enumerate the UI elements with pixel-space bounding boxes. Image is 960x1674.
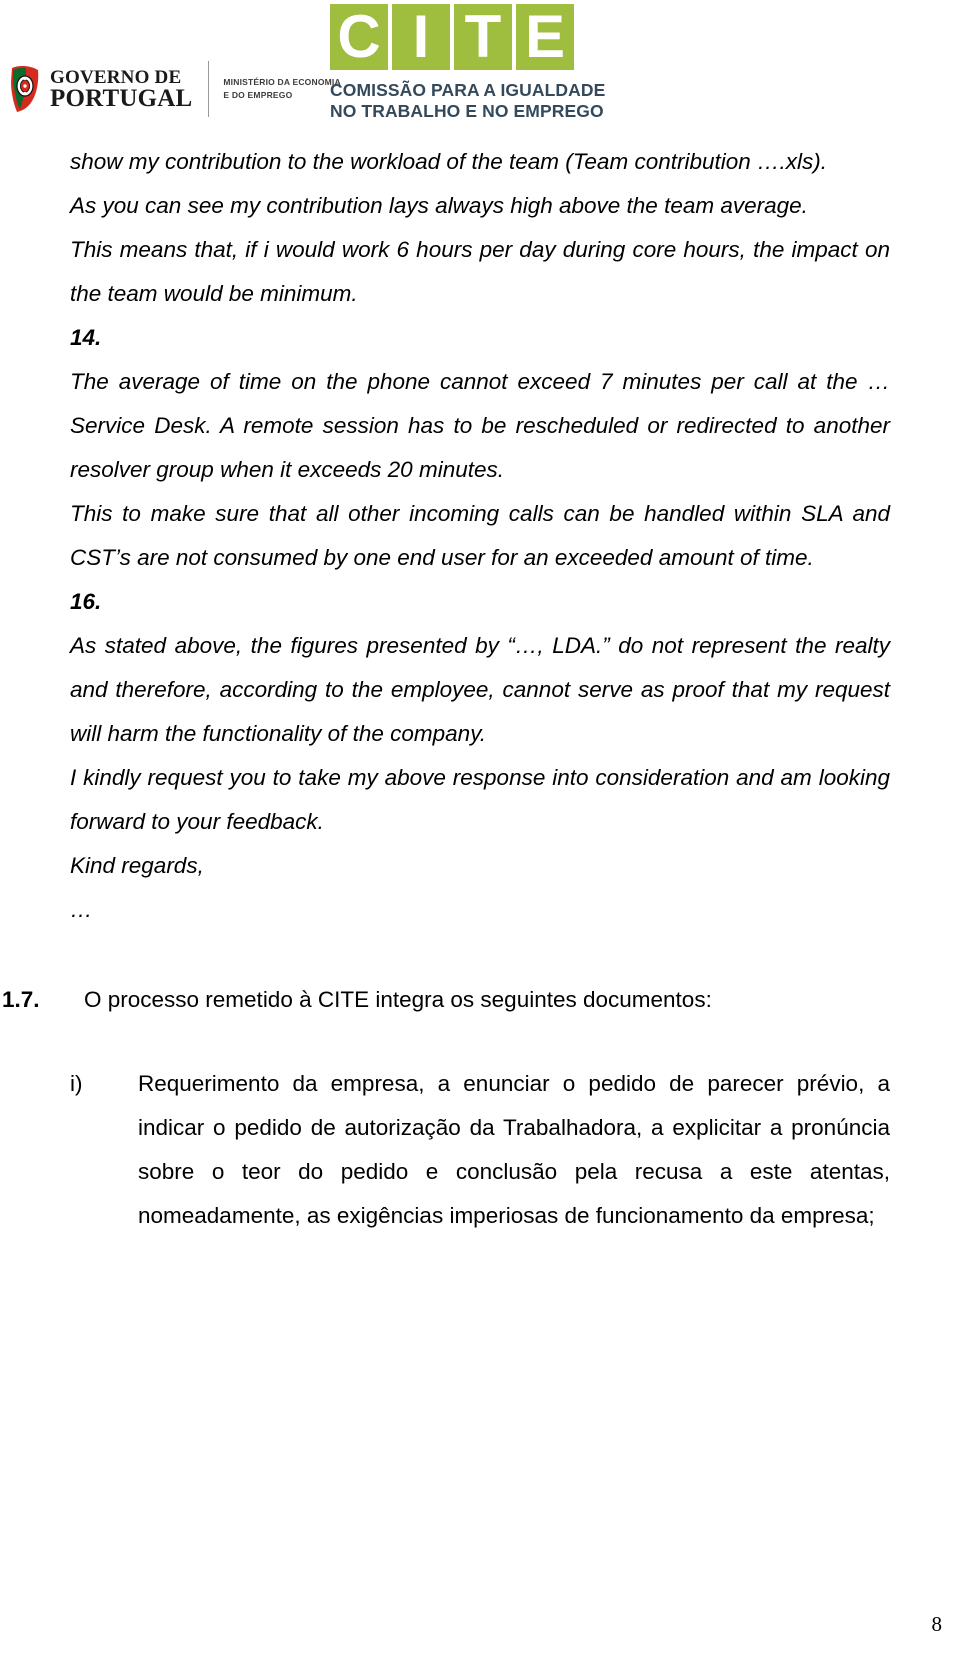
document-body: show my contribution to the workload of … (0, 140, 960, 1238)
paragraph-as-stated-above: As stated above, the figures presented b… (70, 633, 890, 746)
paragraph-this-to-make-sure: This to make sure that all other incomin… (70, 501, 890, 570)
cite-subtitle-line-1: COMISSÃO PARA A IGUALDADE (330, 80, 606, 100)
cite-letter-e: E (516, 4, 574, 70)
cite-subtitle-line-2: NO TRABALHO E NO EMPREGO (330, 101, 604, 122)
text-column: show my contribution to the workload of … (2, 140, 890, 1238)
list-number-14: 14. (70, 325, 102, 350)
ministry-line-1: MINISTÉRIO DA ECONOMIA (223, 77, 341, 88)
list-item-i-bullet: i) (70, 1071, 83, 1096)
cite-logo: C I T E COMISSÃO PARA A IGUALDADE NO TRA… (330, 4, 630, 123)
ministry-label: MINISTÉRIO DA ECONOMIA E DO EMPREGO (223, 76, 340, 102)
cite-letter-i: I (392, 4, 450, 70)
gov-line-2: PORTUGAL (50, 84, 193, 112)
paragraph-kindly-request: I kindly request you to take my above re… (70, 765, 890, 834)
section-1-7: 1.7. O processo remetido à CITE integra … (2, 978, 890, 1022)
section-1-7-number: 1.7. (2, 987, 40, 1012)
ministry-line-2: E DO EMPREGO (223, 90, 293, 100)
list-item-i: i) Requerimento da empresa, a enunciar o… (70, 1062, 890, 1238)
list-number-16: 16. (70, 589, 102, 614)
paragraph-show-my-contribution: show my contribution to the workload of … (70, 149, 828, 174)
section-1-7-text: O processo remetido à CITE integra os se… (84, 987, 712, 1012)
gov-line-1: GOVERNO DE (50, 66, 182, 88)
page-number: 8 (931, 1612, 943, 1636)
cite-subtitle: COMISSÃO PARA A IGUALDADE NO TRABALHO E … (330, 80, 630, 123)
cite-letter-t: T (454, 4, 512, 70)
cite-letter-c: C (330, 4, 388, 70)
governo-de-portugal-logo: GOVERNO DE PORTUGAL MINISTÉRIO DA ECONOM… (8, 58, 341, 120)
cite-letter-squares: C I T E (330, 4, 630, 70)
paragraph-this-means-that: This means that, if i would work 6 hours… (70, 237, 890, 306)
paragraph-average-time-phone: The average of time on the phone cannot … (70, 369, 890, 482)
document-header: GOVERNO DE PORTUGAL MINISTÉRIO DA ECONOM… (0, 0, 960, 140)
logo-divider (208, 61, 210, 117)
paragraph-as-you-can-see: As you can see my contribution lays alwa… (70, 193, 808, 218)
governo-wordmark: GOVERNO DE PORTUGAL (50, 68, 192, 111)
paragraph-kind-regards: Kind regards, (70, 853, 204, 878)
paragraph-signature-ellipsis: … (70, 897, 93, 922)
list-item-i-text: Requerimento da empresa, a enunciar o pe… (138, 1071, 890, 1228)
portugal-shield-icon (8, 65, 42, 113)
